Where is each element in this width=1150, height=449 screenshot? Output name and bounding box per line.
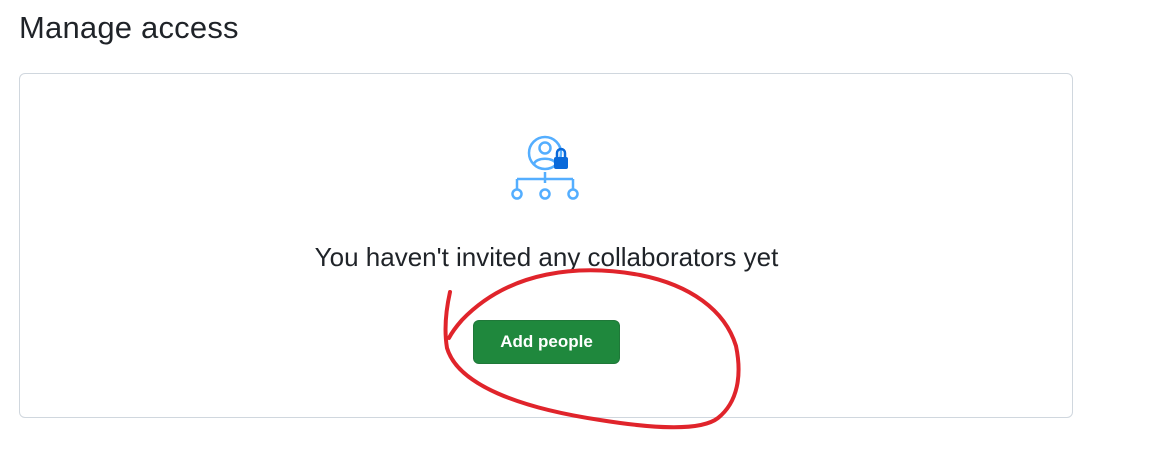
page-title: Manage access [19,10,239,45]
add-people-button[interactable]: Add people [473,320,620,364]
empty-state-message: You haven't invited any collaborators ye… [314,242,779,272]
person-lock-network-icon [511,135,579,200]
